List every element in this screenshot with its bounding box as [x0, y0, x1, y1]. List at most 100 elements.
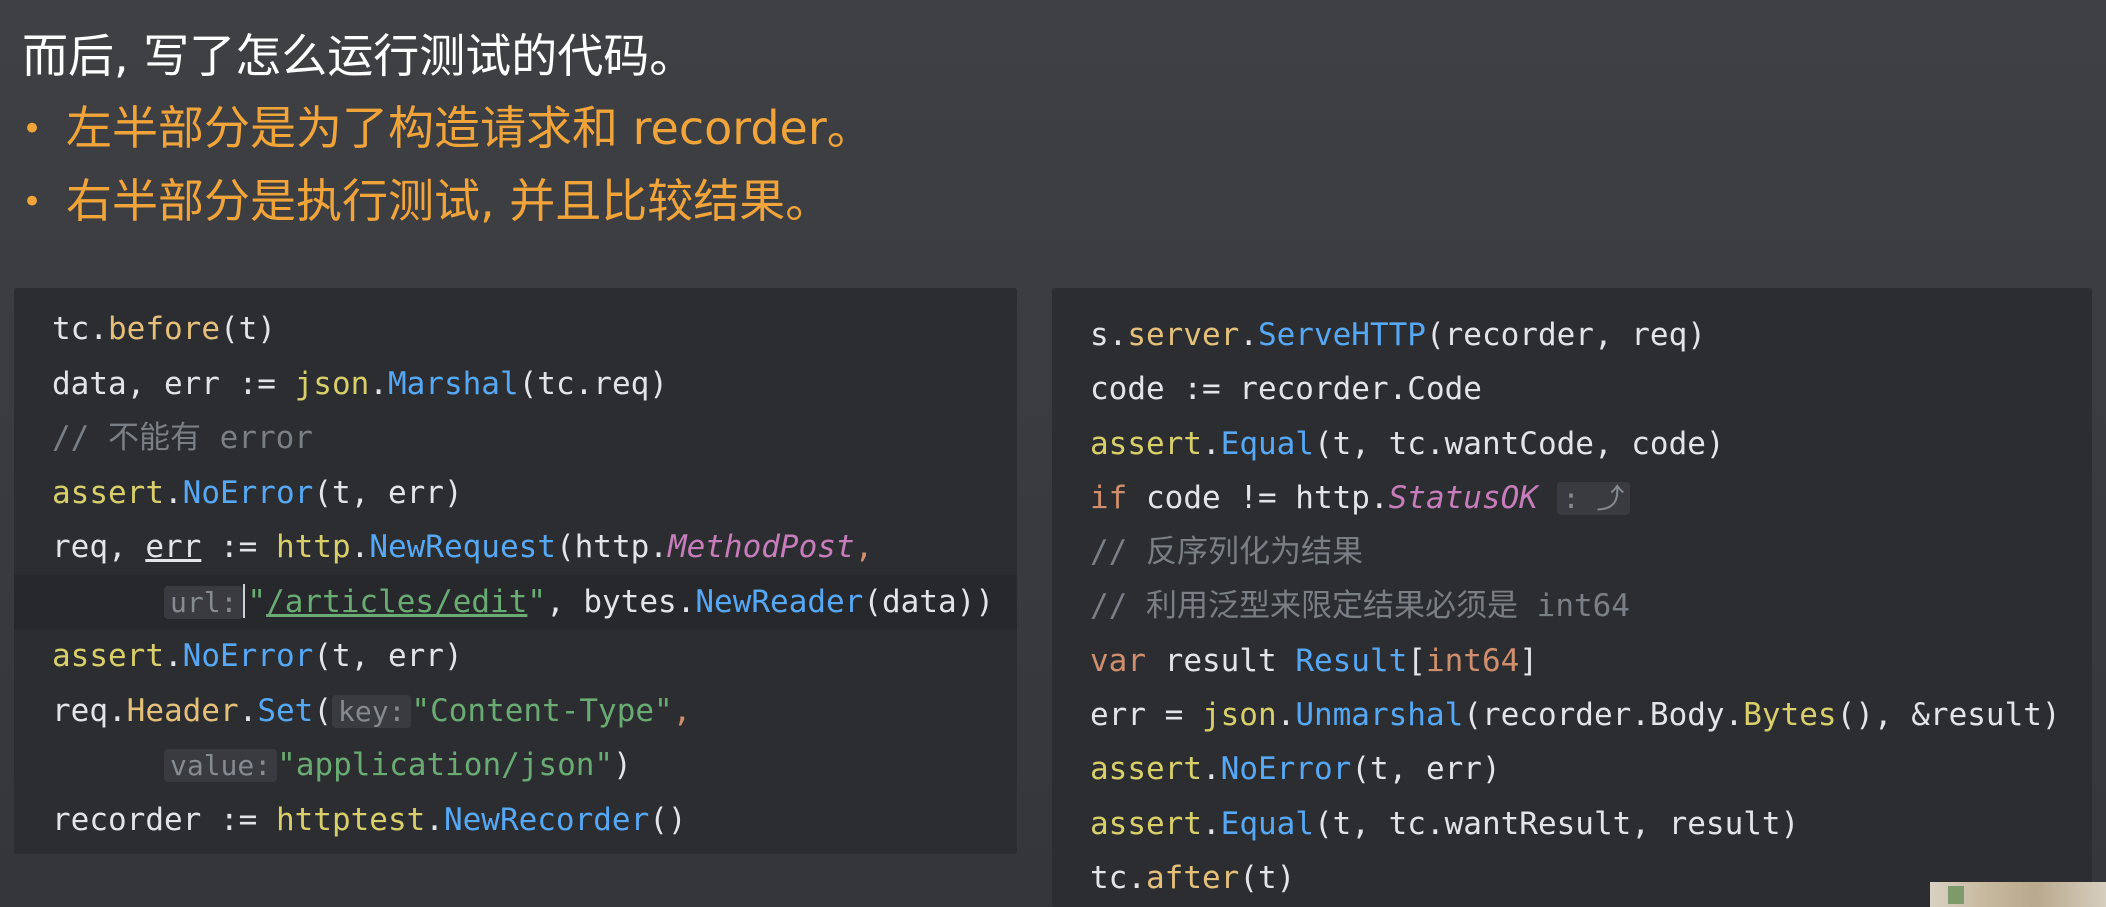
bullet-dot: •: [22, 182, 43, 222]
code-token: result: [1146, 642, 1296, 679]
code-token: recorder :=: [52, 801, 276, 838]
code-token: Set: [257, 692, 314, 729]
code-token: .: [163, 474, 183, 511]
param-hint: value:: [163, 749, 278, 782]
right-code-panel: s.server.ServeHTTP(recorder, req) code :…: [1052, 288, 2092, 907]
code-token: req.: [52, 692, 127, 729]
code-token: ]: [1519, 642, 1538, 679]
code-token: data, err :=: [52, 365, 295, 402]
code-token: NoError: [1220, 751, 1352, 788]
code-line: s.server.ServeHTTP(recorder, req): [1090, 308, 2092, 362]
code-token: err =: [1090, 697, 1202, 734]
code-token: Bytes: [1743, 697, 1837, 734]
code-comment: // 利用泛型来限定结果必须是 int64: [1090, 588, 1630, 625]
code-token: tc.: [1090, 859, 1146, 896]
code-comment: // 不能有 error: [52, 420, 313, 456]
code-string: "application/json": [277, 747, 614, 783]
code-token: Marshal: [387, 365, 519, 402]
code-line-current: url: "/articles/edit", bytes.NewReader(da…: [14, 574, 1017, 629]
code-token: assert: [1090, 805, 1202, 842]
code-line: req.Header.Set(key: "Content-Type",: [52, 684, 1017, 739]
code-token: .: [1239, 317, 1258, 353]
code-token: ServeHTTP: [1257, 317, 1426, 353]
code-token: Header: [126, 692, 239, 729]
code-token: .: [1201, 751, 1221, 788]
code-token: (t, err): [1351, 751, 1501, 788]
thumbnail-detail: [1948, 886, 1964, 904]
code-token: , bytes.: [546, 583, 696, 620]
code-token: Equal: [1220, 805, 1314, 842]
code-token: ": [247, 583, 267, 620]
code-token: err: [145, 529, 202, 565]
code-token: :=: [201, 529, 276, 565]
code-token: json: [294, 365, 370, 402]
code-token: server: [1127, 317, 1240, 353]
code-token: s.: [1090, 317, 1128, 353]
code-token: (recorder, req): [1425, 317, 1706, 353]
code-line: data, err := json.Marshal(tc.req): [52, 357, 1017, 412]
code-token: after: [1146, 859, 1240, 896]
code-string: /articles/edit: [266, 583, 528, 620]
code-line: code := recorder.Code: [1090, 362, 2092, 416]
code-token: ,: [854, 529, 874, 565]
code-token: (recorder.Body.: [1463, 697, 1744, 734]
code-string: "Content-Type": [411, 692, 673, 729]
bullet-list: • 左半部分是为了构造请求和 recorder。 • 右半部分是执行测试, 并且比较…: [14, 92, 873, 238]
code-line: assert.NoError(t, err): [52, 466, 1017, 521]
code-line: // 反序列化为结果: [1090, 525, 2092, 579]
code-token: assert: [52, 474, 164, 511]
code-token: before: [108, 311, 220, 347]
code-token: MethodPost: [667, 529, 855, 565]
code-token: (http.: [555, 529, 668, 565]
left-code-panel: tc.before(t) data, err := json.Marshal(t…: [14, 288, 1017, 854]
code-keyword: int64: [1425, 642, 1520, 679]
code-line: var result Result[int64]: [1090, 634, 2092, 688]
code-token: ": [527, 583, 547, 620]
code-token: assert: [1090, 425, 1202, 462]
code-token: (t, tc.wantCode, code): [1313, 425, 1725, 462]
code-token: Unmarshal: [1295, 697, 1464, 734]
code-token: .: [238, 692, 258, 729]
code-token: (), &result): [1836, 697, 2061, 734]
code-line: value: "application/json"): [52, 738, 1017, 793]
text-caret: [243, 583, 246, 618]
code-token: req,: [52, 529, 146, 565]
code-token: .: [1201, 805, 1221, 842]
code-token: code != http.: [1127, 479, 1389, 516]
code-token: .: [425, 801, 444, 838]
code-token: NewRequest: [369, 529, 556, 565]
bullet-text: 左半部分是为了构造请求和 recorder。: [66, 101, 873, 155]
code-token: .: [163, 638, 183, 674]
code-token: NewReader: [695, 583, 864, 620]
bullet-item-left: • 左半部分是为了构造请求和 recorder。: [14, 92, 873, 165]
code-token: StatusOK: [1388, 479, 1538, 516]
code-token: (data)): [863, 583, 995, 620]
hint-colon: :: [1562, 481, 1580, 515]
code-type: Result: [1295, 642, 1408, 679]
code-token: Equal: [1220, 425, 1314, 462]
code-keyword: if: [1090, 479, 1128, 516]
code-token: code := recorder.: [1090, 371, 1408, 408]
param-hint: : ⤴: [1556, 481, 1631, 515]
code-line: assert.NoError(t, err): [52, 629, 1017, 684]
code-token: .: [350, 529, 370, 565]
code-line: assert.Equal(t, tc.wantResult, result): [1090, 797, 2092, 851]
code-line: if code != http.StatusOK : ⤴: [1090, 471, 2092, 525]
code-token: http: [275, 529, 351, 565]
code-token: .: [1276, 697, 1296, 734]
code-token: [: [1407, 642, 1426, 679]
code-line: // 不能有 error: [52, 411, 1017, 466]
code-token: Code: [1407, 371, 1482, 408]
code-token: ): [613, 747, 632, 783]
code-token: json: [1201, 697, 1277, 734]
fold-arrow-icon[interactable]: ⤴: [1596, 482, 1624, 515]
bullet-text: 右半部分是执行测试, 并且比较结果。: [66, 174, 832, 228]
code-token: (: [313, 692, 332, 729]
code-token: assert: [1090, 751, 1202, 788]
code-token: tc.: [52, 311, 108, 347]
bullet-item-right: • 右半部分是执行测试, 并且比较结果。: [14, 165, 873, 238]
param-hint: key:: [331, 694, 412, 728]
code-line: assert.NoError(t, err): [1090, 742, 2092, 796]
code-line: req, err := http.NewRequest(http.MethodP…: [52, 520, 1017, 575]
video-thumbnail-image: [1930, 882, 2106, 907]
